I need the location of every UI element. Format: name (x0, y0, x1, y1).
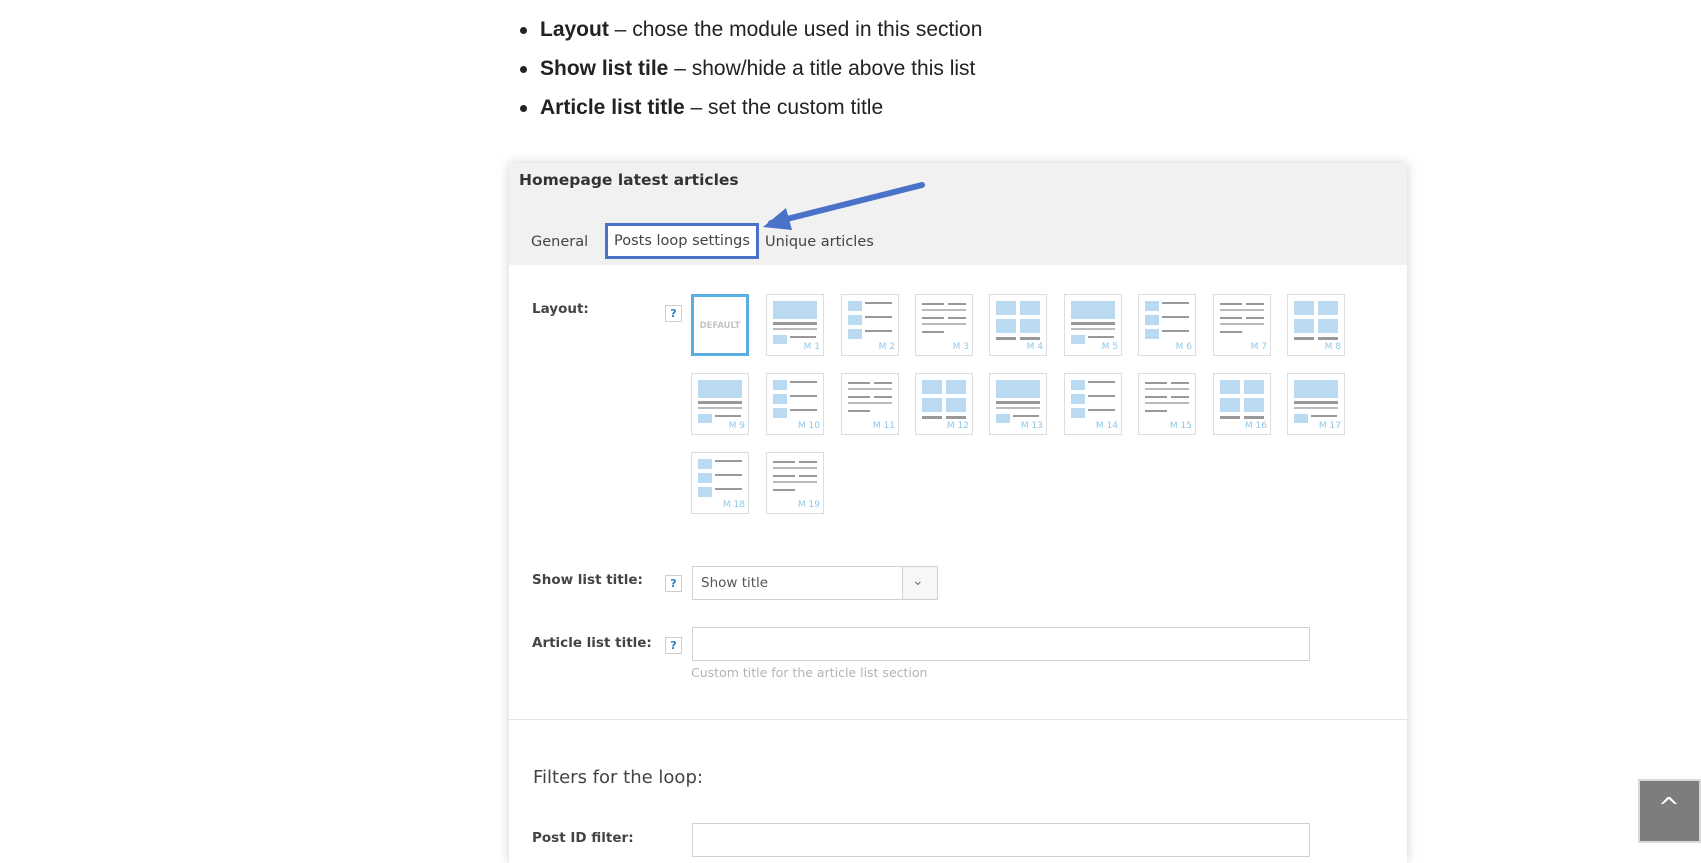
layout-module-number: M 5 (1101, 342, 1118, 352)
article-title-hint: Custom title for the article list sectio… (691, 665, 928, 680)
bullet-item-article-list-title: Article list title – set the custom titl… (519, 90, 982, 129)
layout-module-number: M 9 (728, 421, 745, 431)
bullet-desc: – set the custom title (684, 96, 884, 119)
layout-thumb[interactable]: M 15 (1138, 373, 1196, 435)
layout-module-number: M 13 (1020, 421, 1043, 431)
show-list-title-label: Show list title: (532, 572, 643, 588)
layout-thumb[interactable]: M 14 (1064, 373, 1122, 435)
bullet-item-show-list-title: Show list tile – show/hide a title above… (519, 51, 982, 90)
scroll-to-top-button[interactable]: ^ (1638, 779, 1701, 843)
article-title-help-icon[interactable]: ? (665, 637, 682, 654)
post-id-filter-label: Post ID filter: (532, 830, 634, 846)
layout-thumb[interactable]: M 1 (766, 294, 824, 356)
layout-thumb[interactable]: M 13 (989, 373, 1047, 435)
bullet-term: Layout (540, 18, 609, 41)
layout-thumb[interactable]: M 3 (915, 294, 973, 356)
layout-thumb[interactable]: M 7 (1213, 294, 1271, 356)
chevron-down-icon: ⌄ (912, 573, 924, 589)
layout-module-number: M 1 (803, 342, 820, 352)
layout-module-number: M 7 (1250, 342, 1267, 352)
layout-thumb-label: DEFAULT (699, 321, 741, 331)
layout-module-number: M 8 (1324, 342, 1341, 352)
layout-help-icon[interactable]: ? (665, 305, 682, 322)
arrow-pointer-icon (763, 182, 925, 230)
layout-module-number: M 12 (946, 421, 969, 431)
layout-thumb[interactable]: M 9 (691, 373, 749, 435)
show-title-select[interactable]: Show title ⌄ (692, 566, 938, 600)
bullet-term: Article list title (540, 96, 685, 119)
layout-thumb[interactable]: M 11 (841, 373, 899, 435)
layout-module-number: M 11 (872, 421, 895, 431)
post-id-filter-input[interactable] (692, 823, 1310, 857)
settings-panel: Homepage latest articles General Posts l… (509, 163, 1407, 863)
bullet-desc: – show/hide a title above this list (668, 57, 976, 80)
layout-thumb[interactable]: M 8 (1287, 294, 1345, 356)
section-divider (509, 719, 1407, 720)
layout-thumb[interactable]: M 19 (766, 452, 824, 514)
layout-thumb[interactable]: M 17 (1287, 373, 1345, 435)
layout-thumb[interactable]: M 5 (1064, 294, 1122, 356)
bullet-list: Layout – chose the module used in this s… (519, 12, 983, 129)
chevron-up-icon: ^ (1658, 793, 1680, 823)
layout-thumb[interactable]: M 2 (841, 294, 899, 356)
layout-module-number: M 4 (1026, 342, 1043, 352)
layout-thumb[interactable]: M 12 (915, 373, 973, 435)
layout-thumb[interactable]: M 16 (1213, 373, 1271, 435)
layout-thumb[interactable]: M 4 (989, 294, 1047, 356)
layout-module-number: M 2 (878, 342, 895, 352)
layout-module-number: M 19 (797, 500, 820, 510)
layout-module-number: M 14 (1095, 421, 1118, 431)
layout-module-number: M 18 (722, 500, 745, 510)
layout-module-number: M 16 (1244, 421, 1267, 431)
layout-label: Layout: (532, 301, 589, 317)
layout-module-number: M 10 (797, 421, 820, 431)
layout-module-number: M 17 (1318, 421, 1341, 431)
layout-thumb[interactable]: M 10 (766, 373, 824, 435)
show-title-value: Show title (701, 575, 769, 591)
filters-heading: Filters for the loop: (533, 767, 703, 788)
bullet-term: Show list tile (540, 57, 669, 80)
layout-thumb[interactable]: M 6 (1138, 294, 1196, 356)
layout-thumb[interactable]: M 18 (691, 452, 749, 514)
show-title-help-icon[interactable]: ? (665, 575, 682, 592)
article-list-title-label: Article list title: (532, 635, 652, 651)
layout-module-number: M 3 (952, 342, 969, 352)
layout-thumb-default[interactable]: DEFAULT (691, 294, 749, 356)
select-toggle[interactable]: ⌄ (902, 567, 937, 599)
bullet-desc: – chose the module used in this section (608, 18, 983, 41)
bullet-item-layout: Layout – chose the module used in this s… (519, 12, 983, 51)
layout-module-number: M 6 (1175, 342, 1192, 352)
article-list-title-input[interactable] (692, 627, 1310, 661)
layout-module-number: M 15 (1169, 421, 1192, 431)
